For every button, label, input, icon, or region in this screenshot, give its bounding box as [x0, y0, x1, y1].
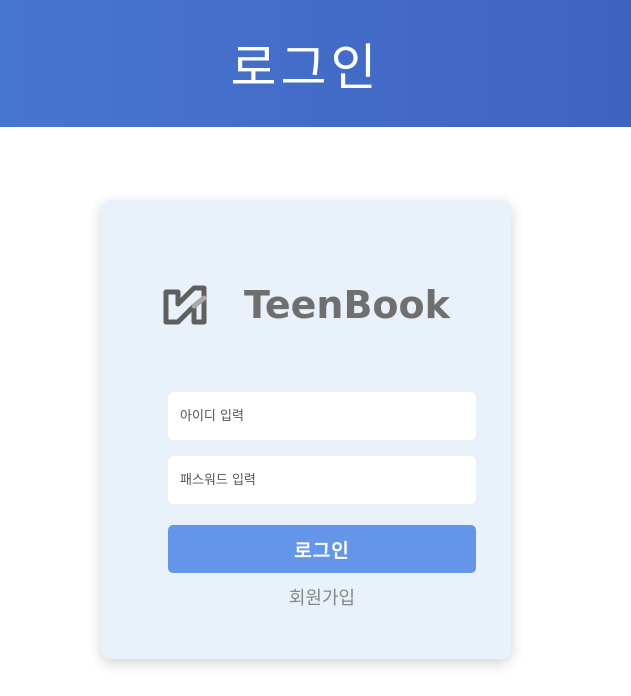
- brand-logo: TeenBook: [160, 280, 450, 330]
- id-input[interactable]: [168, 392, 476, 440]
- page-header: 로그인: [0, 0, 631, 127]
- page-title: 로그인: [230, 38, 381, 97]
- password-input[interactable]: [168, 456, 476, 504]
- brand-name: TeenBook: [244, 283, 450, 327]
- teenbook-logo-icon: [163, 285, 207, 325]
- login-card: TeenBook 로그인 회원가입: [101, 200, 511, 659]
- login-button[interactable]: 로그인: [168, 525, 476, 573]
- signup-link[interactable]: 회원가입: [101, 584, 543, 610]
